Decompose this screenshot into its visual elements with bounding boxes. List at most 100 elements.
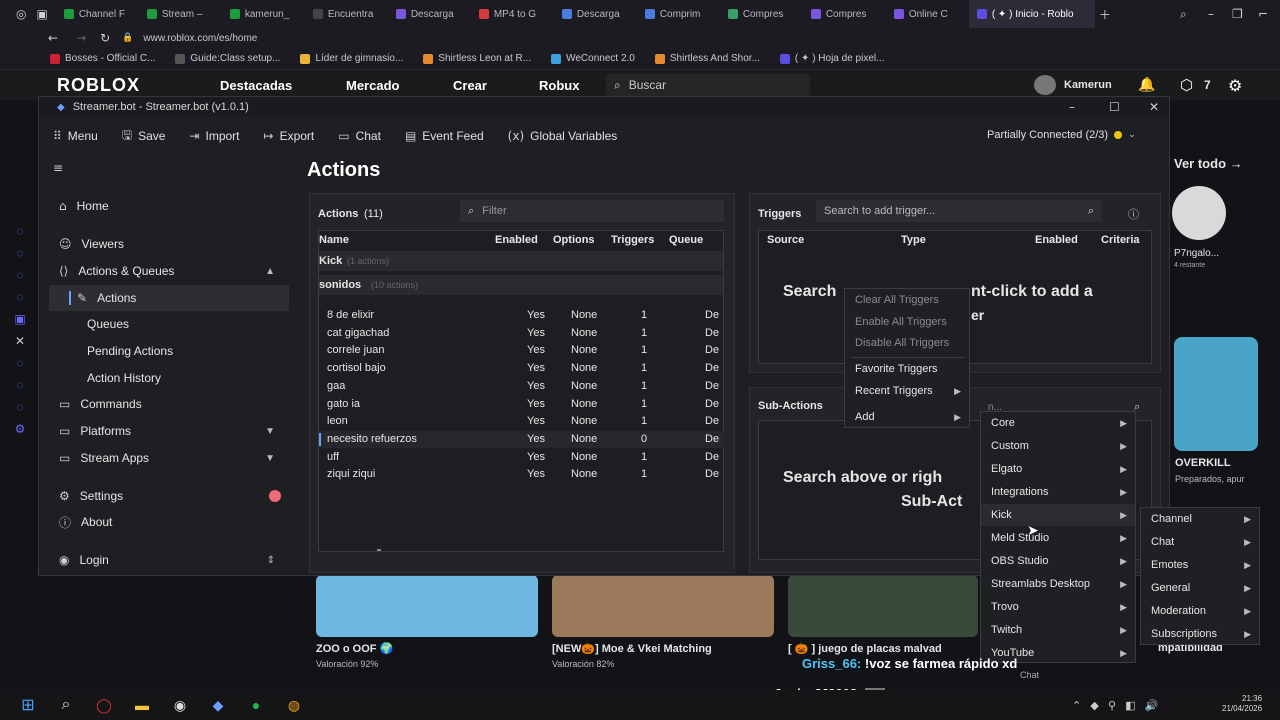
- back-icon[interactable]: ←: [48, 31, 58, 45]
- overkill-thumbnail[interactable]: [1174, 337, 1258, 451]
- maximize-icon[interactable]: ☐: [1109, 100, 1120, 114]
- sidebar-app-icon[interactable]: ◌: [8, 352, 32, 374]
- table-row[interactable]: uff Yes None 1 De: [319, 449, 725, 466]
- add-menu-item[interactable]: Twitch ▶: [981, 619, 1135, 641]
- kick-menu-item[interactable]: Chat ▶: [1141, 531, 1259, 553]
- sidebar-item-commands[interactable]: ▭ Commands: [49, 391, 289, 417]
- roblox-search-input[interactable]: ⌕ Buscar: [606, 74, 810, 96]
- maximize-browser-icon[interactable]: ❐: [1232, 7, 1243, 21]
- table-row[interactable]: gato ia Yes None 1 De: [319, 396, 725, 413]
- menu-clear-all-triggers[interactable]: Clear All Triggers: [845, 289, 969, 311]
- menu-favorite-triggers[interactable]: Favorite Triggers: [845, 358, 969, 380]
- sidebar-app-icon[interactable]: ◌: [8, 242, 32, 264]
- table-row[interactable]: leon Yes None 1 De: [319, 413, 725, 430]
- opera-icon[interactable]: ◯: [90, 694, 118, 716]
- ver-todo-link[interactable]: Ver todo →: [1174, 156, 1243, 171]
- chat-button[interactable]: ▭ Chat: [326, 117, 393, 155]
- add-menu-item[interactable]: Trovo ▶: [981, 596, 1135, 618]
- game-card-thumb-2[interactable]: [552, 575, 774, 637]
- file-explorer-icon[interactable]: ▬: [128, 694, 156, 716]
- browser-tab[interactable]: Descarga: [388, 0, 471, 28]
- add-menu-item[interactable]: Core ▶: [981, 412, 1135, 434]
- browser-tab[interactable]: Stream –: [139, 0, 222, 28]
- game-card-title-2[interactable]: [NEW🎃] Moe & Vkei Matching: [552, 642, 712, 655]
- col-enabled[interactable]: Enabled: [1035, 234, 1078, 246]
- bookmark-item[interactable]: ( ✦ ) Hoja de pixel...: [779, 53, 884, 64]
- search-tabs-icon[interactable]: ⌕: [1180, 7, 1187, 22]
- menu-button[interactable]: ⠿ Menu: [39, 117, 110, 155]
- browser-tab[interactable]: Online C: [886, 0, 969, 28]
- col-source[interactable]: Source: [767, 234, 804, 246]
- nav-mercado[interactable]: Mercado: [346, 78, 399, 93]
- table-row[interactable]: cortisol bajo Yes None 1 De: [319, 360, 725, 377]
- group-sonidos[interactable]: sonidos (10 actions): [319, 275, 723, 295]
- spotify-icon[interactable]: ●: [242, 694, 270, 716]
- friend-avatar[interactable]: [1172, 186, 1226, 240]
- nav-robux[interactable]: Robux: [539, 78, 579, 93]
- chrome-icon[interactable]: ◍: [280, 694, 308, 716]
- browser-tab[interactable]: ( ✦ ) Inicio - Roblo: [968, 0, 1095, 28]
- global-variables-button[interactable]: (x) Global Variables: [496, 117, 630, 155]
- sidebar-app-icon[interactable]: ◌: [8, 264, 32, 286]
- nav-destacadas[interactable]: Destacadas: [220, 78, 292, 93]
- kick-menu-item[interactable]: Moderation ▶: [1141, 600, 1259, 622]
- table-row[interactable]: necesito refuerzos Yes None 0 De: [319, 430, 725, 448]
- add-menu-item[interactable]: Custom ▶: [981, 435, 1135, 457]
- settings-icon[interactable]: ⚙: [8, 418, 32, 440]
- kick-menu-item[interactable]: Emotes ▶: [1141, 554, 1259, 576]
- add-menu-item[interactable]: Kick ▶: [981, 504, 1135, 526]
- menu-enable-all-triggers[interactable]: Enable All Triggers: [845, 311, 969, 333]
- info-icon[interactable]: ⓘ: [1128, 206, 1139, 222]
- trigger-search-input[interactable]: Search to add trigger... ⌕: [816, 200, 1102, 222]
- sidebar-app-icon[interactable]: ◌: [8, 396, 32, 418]
- sidebar-item-actions[interactable]: ✎ Actions: [49, 285, 289, 311]
- username[interactable]: Kamerun: [1064, 79, 1112, 91]
- table-row[interactable]: cat gigachad Yes None 1 De: [319, 325, 725, 342]
- forward-icon[interactable]: →: [76, 31, 86, 45]
- tray-icons[interactable]: ⌃ ◆ ⚲ ◧ 🔊: [1072, 699, 1159, 712]
- x-icon[interactable]: ✕: [8, 330, 32, 352]
- col-name[interactable]: Name: [319, 234, 349, 246]
- browser-menu-icon[interactable]: ◎: [16, 7, 26, 21]
- add-menu-item[interactable]: OBS Studio ▶: [981, 550, 1135, 572]
- close-icon[interactable]: ✕: [1149, 100, 1159, 114]
- avatar[interactable]: [1034, 75, 1056, 95]
- browser-tab[interactable]: Compres: [803, 0, 886, 28]
- sidebar-item-login[interactable]: ◉ Login ⇕: [49, 547, 289, 573]
- table-row[interactable]: 8 de elixir Yes None 1 De: [319, 307, 725, 324]
- menu-disable-all-triggers[interactable]: Disable All Triggers: [845, 332, 969, 354]
- browser-tab[interactable]: Compres: [720, 0, 803, 28]
- robux-icon[interactable]: ⬡: [1180, 76, 1193, 94]
- reload-icon[interactable]: ↻: [100, 31, 110, 45]
- sidebar-app-icon[interactable]: ◌: [8, 286, 32, 308]
- browser-tab[interactable]: Channel F: [56, 0, 139, 28]
- kick-menu-item[interactable]: Channel ▶: [1141, 508, 1259, 530]
- sidebar-app-icon[interactable]: ◌: [8, 220, 32, 242]
- actions-filter-input[interactable]: ⌕ Filter: [460, 200, 724, 222]
- connection-status[interactable]: Partially Connected (2/3) ⌄: [987, 129, 1136, 141]
- sidebar-item-stream-apps[interactable]: ▭ Stream Apps ▼: [49, 445, 289, 471]
- browser-tab[interactable]: Comprim: [637, 0, 720, 28]
- bookmark-item[interactable]: Bosses - Official C...: [50, 53, 155, 64]
- gear-icon[interactable]: ⚙: [1228, 76, 1242, 95]
- sidebar-item-viewers[interactable]: ☺ Viewers: [49, 231, 289, 257]
- table-row[interactable]: gaa Yes None 1 De: [319, 378, 725, 395]
- add-menu-item[interactable]: Streamlabs Desktop ▶: [981, 573, 1135, 595]
- game-card-title-1[interactable]: ZOO o OOF 🌍: [316, 642, 393, 655]
- save-button[interactable]: 🖫 Save: [110, 117, 178, 155]
- game-card-thumb-3[interactable]: [788, 575, 978, 637]
- roblox-logo[interactable]: ROBLOX: [57, 75, 140, 96]
- col-queue[interactable]: Queue: [669, 234, 703, 246]
- kick-menu-item[interactable]: Subscriptions ▶: [1141, 623, 1259, 645]
- scroll-handle[interactable]: [377, 549, 381, 551]
- minimize-browser-icon[interactable]: –: [1208, 7, 1214, 21]
- group-kick[interactable]: Kick (1 actions): [319, 251, 723, 271]
- add-menu-item[interactable]: Elgato ▶: [981, 458, 1135, 480]
- minimize-icon[interactable]: –: [1069, 100, 1075, 114]
- bookmark-item[interactable]: Shirtless Leon at R...: [423, 53, 531, 64]
- url-field[interactable]: www.roblox.com/es/home: [143, 33, 257, 44]
- sidebar-app-icon[interactable]: ◌: [8, 374, 32, 396]
- col-type[interactable]: Type: [901, 234, 926, 246]
- browser-tab[interactable]: Descarga: [554, 0, 637, 28]
- menu-recent-triggers[interactable]: Recent Triggers ▶: [845, 380, 969, 402]
